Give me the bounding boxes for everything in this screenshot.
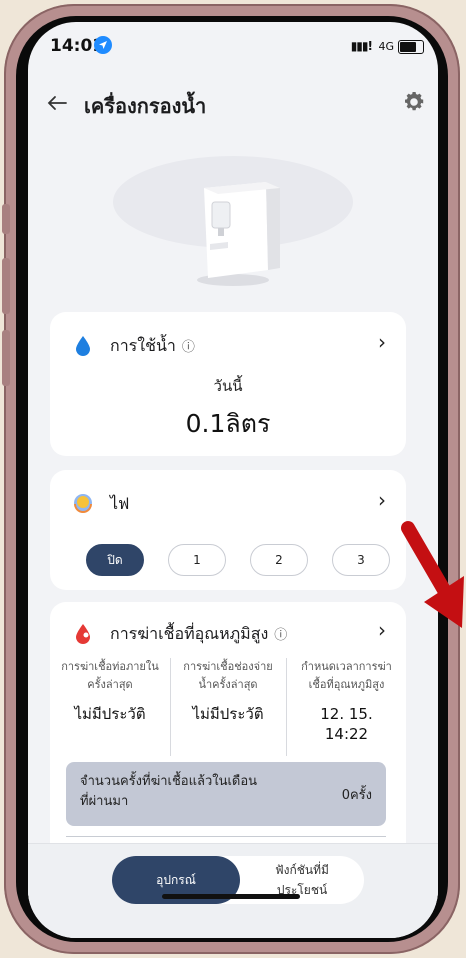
app-header: เครื่องกรองน้ำ (28, 80, 438, 130)
water-usage-title-text: การใช้น้ำ (110, 336, 176, 355)
schedule-time: 14:22 (324, 725, 369, 743)
tab-useful-functions-line1: ฟังก์ชันที่มี (275, 863, 329, 877)
app-screen: 14:01 ▮▮▮! 4G เครื่องกรองน้ำ การใช้น้ำ ⓘ… (28, 22, 438, 938)
light-icon (74, 494, 92, 513)
monthly-count-label: จำนวนครั้งที่ฆ่าเชื้อแล้วในเดือน ที่ผ่าน… (80, 772, 300, 812)
sterilization-title-text: การฆ่าเชื้อที่อุณหภูมิสูง (110, 624, 269, 643)
page-title: เครื่องกรองน้ำ (84, 94, 207, 118)
chevron-right-icon[interactable]: › (378, 330, 386, 354)
water-usage-title: การใช้น้ำ ⓘ (110, 334, 195, 359)
outlet-sterilize-header-line1: การฆ่าเชื้อช่องจ่าย (183, 660, 273, 673)
pipe-sterilize-value-text: ไม่มีประวัติ (74, 705, 146, 723)
sterilization-card: การฆ่าเชื้อที่อุณหภูมิสูง ⓘ › การฆ่าเชื้อ… (50, 602, 406, 862)
water-usage-card[interactable]: การใช้น้ำ ⓘ › วันนี้ 0.1ลิตร (50, 312, 406, 456)
gear-icon[interactable] (402, 90, 426, 114)
network-type: 4G (378, 40, 394, 53)
battery-icon (398, 40, 424, 54)
usage-value: 0.1ลิตร (185, 409, 271, 438)
side-button (2, 204, 10, 234)
pipe-sterilize-value: ไม่มีประวัติ (50, 704, 170, 724)
sterilize-drop-icon (76, 624, 90, 644)
divider (66, 836, 386, 837)
light-mode-off-button[interactable]: ปิด (86, 544, 144, 576)
monthly-count-label-line2: ที่ผ่านมา (80, 794, 129, 809)
outlet-sterilize-header-line2: น้ำครั้งล่าสุด (198, 678, 258, 691)
schedule-date: 12. 15. (320, 705, 373, 723)
annotation-arrow-icon (401, 521, 464, 628)
pipe-sterilize-header-line1: การฆ่าเชื้อท่อภายใน (61, 660, 159, 673)
pipe-sterilize-header-line2: ครั้งล่าสุด (87, 678, 133, 691)
info-icon[interactable]: ⓘ (182, 340, 195, 355)
light-mode-2-button[interactable]: 2 (250, 544, 308, 576)
monthly-count-value: 0ครั้ง (341, 788, 372, 803)
location-icon (94, 36, 112, 54)
side-button (2, 330, 10, 386)
schedule-sterilize-header-line1: กำหนดเวลาการฆ่า (301, 660, 392, 673)
side-button (2, 258, 10, 314)
schedule-sterilize-header-line2: เชื้อที่อุณหภูมิสูง (308, 678, 385, 691)
sterilization-title: การฆ่าเชื้อที่อุณหภูมิสูง ⓘ (110, 622, 287, 647)
water-drop-icon (76, 336, 90, 356)
water-purifier-image (28, 152, 438, 302)
light-mode-3-button[interactable]: 3 (332, 544, 390, 576)
outlet-sterilize-value: ไม่มีประวัติ (171, 704, 285, 724)
chevron-right-icon[interactable]: › (378, 488, 386, 512)
outlet-sterilize-value-text: ไม่มีประวัติ (192, 705, 264, 723)
signal-icon: ▮▮▮! (350, 39, 373, 53)
schedule-sterilize-value[interactable]: 12. 15. 14:22 (287, 704, 406, 744)
back-arrow-icon[interactable] (44, 90, 70, 116)
pipe-sterilize-header: การฆ่าเชื้อท่อภายใน ครั้งล่าสุด (50, 658, 170, 694)
status-bar: 14:01 ▮▮▮! 4G (28, 22, 438, 66)
home-indicator[interactable] (162, 894, 300, 899)
monthly-count-label-line1: จำนวนครั้งที่ฆ่าเชื้อแล้วในเดือน (80, 774, 258, 789)
schedule-sterilize-header: กำหนดเวลาการฆ่า เชื้อที่อุณหภูมิสูง (287, 658, 406, 694)
light-title: ไฟ (110, 494, 130, 513)
light-mode-1-button[interactable]: 1 (168, 544, 226, 576)
light-card: ไฟ › ปิด 1 2 3 (50, 470, 406, 590)
bottom-tab-bar: อุปกรณ์ ฟังก์ชันที่มี ประโยชน์ (28, 844, 438, 938)
outlet-sterilize-header: การฆ่าเชื้อช่องจ่าย น้ำครั้งล่าสุด (171, 658, 285, 694)
chevron-right-icon[interactable]: › (378, 618, 386, 642)
usage-today-label: วันนี้ (213, 377, 243, 395)
monthly-sterilize-count: จำนวนครั้งที่ฆ่าเชื้อแล้วในเดือน ที่ผ่าน… (66, 762, 386, 826)
info-icon[interactable]: ⓘ (274, 628, 287, 643)
